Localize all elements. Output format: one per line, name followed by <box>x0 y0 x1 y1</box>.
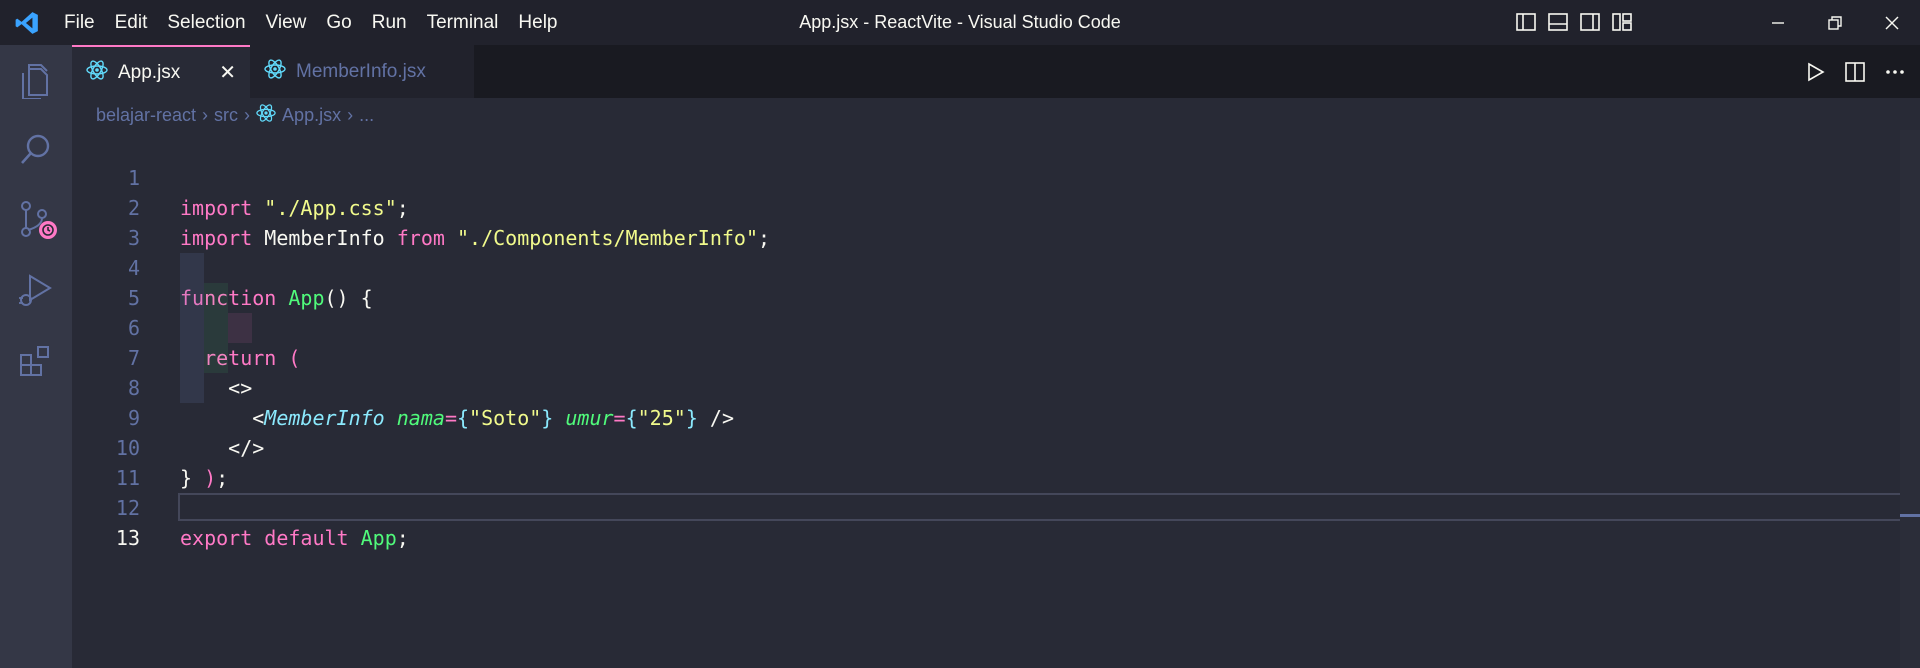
code-editor[interactable]: 1 import "./App.css"; 2 import MemberInf… <box>72 133 1920 550</box>
menu-selection[interactable]: Selection <box>157 0 255 45</box>
menu-terminal[interactable]: Terminal <box>417 0 509 45</box>
toggle-primary-sidebar-icon[interactable] <box>1514 10 1538 34</box>
extensions-icon[interactable] <box>0 325 72 395</box>
react-icon <box>264 58 286 86</box>
activity-bar <box>0 45 72 668</box>
toggle-panel-icon[interactable] <box>1546 10 1570 34</box>
code-line: 10 } <box>72 403 1920 490</box>
code-line: 5 return ( <box>72 253 1920 370</box>
code-line: 11 <box>72 433 1920 490</box>
react-icon <box>256 103 276 128</box>
close-tab-icon[interactable]: ✕ <box>219 60 236 85</box>
code-line: 2 import MemberInfo from "./Components/M… <box>72 163 1920 250</box>
editor-tab-bar: App.jsx ✕ MemberInfo.jsx <box>72 45 1920 98</box>
run-file-icon[interactable] <box>1802 59 1828 85</box>
search-icon[interactable] <box>0 115 72 185</box>
breadcrumb-item[interactable]: belajar-react <box>96 105 196 126</box>
editor-actions <box>1802 59 1908 85</box>
code-line: 6 <> <box>72 283 1920 400</box>
source-control-icon[interactable] <box>0 185 72 255</box>
code-line: 7 <MemberInfo nama={"Soto"} umur={"25"} … <box>72 313 1920 430</box>
breadcrumb-item[interactable]: src <box>214 105 238 126</box>
title-bar: File Edit Selection View Go Run Terminal… <box>0 0 1920 45</box>
menu-bar: File Edit Selection View Go Run Terminal… <box>54 0 568 45</box>
scroll-position-marker <box>1900 514 1920 517</box>
menu-help[interactable]: Help <box>508 0 567 45</box>
code-line: 8 </> <box>72 343 1920 460</box>
layout-controls <box>1514 10 1634 34</box>
customize-layout-icon[interactable] <box>1610 10 1634 34</box>
code-line-current: 13 <box>72 493 1920 550</box>
window-controls <box>1749 0 1920 45</box>
chevron-right-icon: › <box>347 104 354 125</box>
breadcrumb-item[interactable]: ... <box>359 105 374 126</box>
breadcrumb-item[interactable]: App.jsx <box>282 105 341 126</box>
split-editor-icon[interactable] <box>1842 59 1868 85</box>
close-window-icon[interactable] <box>1863 0 1920 45</box>
chevron-right-icon: › <box>244 104 251 125</box>
code-line: 3 <box>72 193 1920 250</box>
menu-run[interactable]: Run <box>362 0 417 45</box>
tab-app-jsx[interactable]: App.jsx ✕ <box>72 45 250 98</box>
chevron-right-icon: › <box>202 104 209 125</box>
editor-scrollbar[interactable] <box>1900 130 1920 668</box>
vscode-logo-icon <box>0 0 54 45</box>
minimize-icon[interactable] <box>1749 0 1806 45</box>
restore-icon[interactable] <box>1806 0 1863 45</box>
toggle-secondary-sidebar-icon[interactable] <box>1578 10 1602 34</box>
current-line-highlight <box>178 493 1920 521</box>
tab-label: App.jsx <box>118 61 181 83</box>
breadcrumb: belajar-react › src › App.jsx › ... <box>96 100 374 130</box>
line-number: 13 <box>115 526 140 550</box>
code-line: 1 import "./App.css"; <box>72 133 1920 220</box>
tab-label: MemberInfo.jsx <box>296 60 426 82</box>
code-line: 4 function App() { <box>72 223 1920 310</box>
menu-edit[interactable]: Edit <box>105 0 158 45</box>
react-icon <box>86 59 108 87</box>
more-actions-icon[interactable] <box>1882 59 1908 85</box>
explorer-icon[interactable] <box>0 45 72 115</box>
menu-go[interactable]: Go <box>316 0 361 45</box>
code-line: 9 ); <box>72 373 1920 490</box>
tab-memberinfo-jsx[interactable]: MemberInfo.jsx <box>250 45 474 98</box>
menu-view[interactable]: View <box>256 0 317 45</box>
run-debug-icon[interactable] <box>0 255 72 325</box>
code-line: 12 export default App; <box>72 463 1920 550</box>
menu-file[interactable]: File <box>54 0 105 45</box>
